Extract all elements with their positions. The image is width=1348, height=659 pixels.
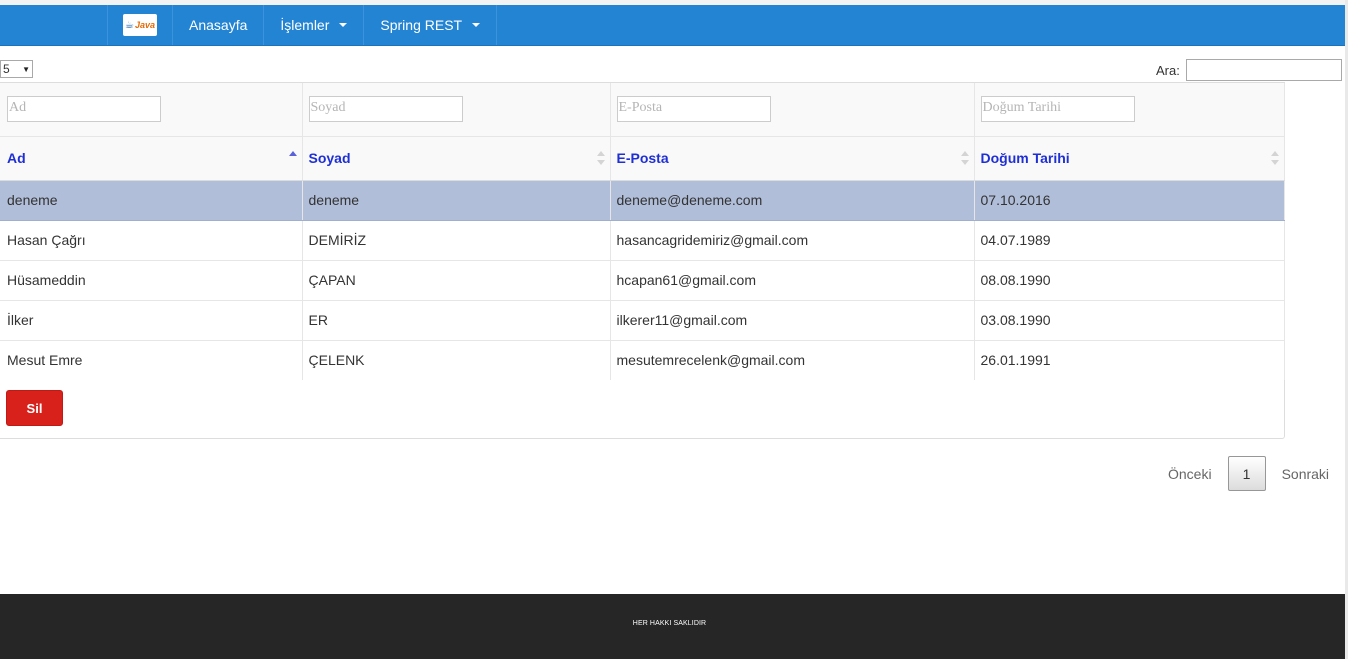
cell-soyad: ÇAPAN: [302, 260, 611, 301]
table-row[interactable]: Hüsameddin ÇAPAN hcapan61@gmail.com 08.0…: [0, 260, 1285, 301]
cell-dogum-tarihi: 03.08.1990: [974, 300, 1285, 341]
navbar: ☕ Java Anasayfa İşlemler Spring REST: [0, 5, 1345, 46]
cell-dogum-tarihi: 26.01.1991: [974, 340, 1285, 380]
cell-eposta: ilkerer11@gmail.com: [610, 300, 975, 341]
filter-cell: Ad: [0, 83, 303, 137]
column-header-label: Ad: [7, 150, 26, 166]
nav-item-label: İşlemler: [280, 17, 330, 33]
nav-item-label: Anasayfa: [189, 17, 248, 33]
cell-ad: Hasan Çağrı: [0, 220, 303, 261]
cell-soyad: deneme: [302, 180, 611, 221]
page-number-button[interactable]: 1: [1227, 456, 1266, 491]
cell-dogum-tarihi: 04.07.1989: [974, 220, 1285, 261]
sort-asc-icon: [288, 150, 297, 167]
cell-ad: Hüsameddin: [0, 260, 303, 301]
filter-input-soyad[interactable]: Soyad: [308, 96, 463, 123]
header-row: Ad Soyad E-Posta Doğum Tarihi: [0, 136, 1285, 181]
cell-eposta: hcapan61@gmail.com: [610, 260, 975, 301]
footer-copyright: HER HAKKI SAKLIDIR: [632, 620, 707, 627]
cell-ad: deneme: [0, 180, 303, 221]
cell-ad: Mesut Emre: [0, 340, 303, 380]
brand-logo[interactable]: ☕ Java: [107, 5, 173, 45]
cell-soyad: ÇELENK: [302, 340, 611, 380]
cell-eposta: hasancagridemiriz@gmail.com: [610, 220, 975, 261]
nav-item-anasayfa[interactable]: Anasayfa: [173, 5, 265, 45]
column-header-soyad[interactable]: Soyad: [302, 136, 611, 181]
nav-item-spring-rest-dropdown[interactable]: Spring REST: [364, 5, 498, 45]
column-header-label: Doğum Tarihi: [980, 150, 1070, 166]
sort-both-icon: [960, 150, 969, 167]
table-row[interactable]: Hasan Çağrı DEMİRİZ hasancagridemiriz@gm…: [0, 220, 1285, 261]
pagination: Önceki 1 Sonraki: [1160, 456, 1337, 491]
page-length-select[interactable]: 5 ▼: [0, 60, 33, 78]
previous-page-link[interactable]: Önceki: [1160, 466, 1220, 482]
column-header-label: Soyad: [308, 150, 351, 166]
column-header-dogum-tarihi[interactable]: Doğum Tarihi: [974, 136, 1285, 181]
data-table: Ad Soyad E-Posta Doğum Tarihi Ad Soyad E: [0, 83, 1285, 380]
filter-input-ad[interactable]: Ad: [7, 96, 161, 123]
table-row[interactable]: deneme deneme deneme@deneme.com 07.10.20…: [0, 180, 1285, 221]
filter-cell: E-Posta: [610, 83, 975, 137]
page-length-value: 5: [3, 62, 10, 76]
filter-cell: Doğum Tarihi: [974, 83, 1285, 137]
delete-button[interactable]: Sil: [6, 390, 63, 426]
cell-eposta: mesutemrecelenk@gmail.com: [610, 340, 975, 380]
cell-dogum-tarihi: 07.10.2016: [974, 180, 1285, 221]
cell-ad: İlker: [0, 300, 303, 341]
sort-both-icon: [596, 150, 605, 167]
cell-eposta: deneme@deneme.com: [610, 180, 975, 221]
search-input[interactable]: [1185, 59, 1342, 81]
dropdown-arrow-icon: ▼: [22, 64, 30, 74]
cell-soyad: ER: [302, 300, 611, 341]
column-header-ad[interactable]: Ad: [0, 136, 303, 181]
search-box: Ara:: [1156, 59, 1342, 81]
footer: HER HAKKI SAKLIDIR: [0, 594, 1345, 659]
column-header-eposta[interactable]: E-Posta: [610, 136, 975, 181]
filter-input-dogum-tarihi[interactable]: Doğum Tarihi: [980, 96, 1135, 123]
table-row[interactable]: İlker ER ilkerer11@gmail.com 03.08.1990: [0, 300, 1285, 341]
next-page-link[interactable]: Sonraki: [1274, 466, 1337, 482]
column-header-label: E-Posta: [616, 150, 669, 166]
sort-both-icon: [1270, 150, 1279, 167]
cell-soyad: DEMİRİZ: [302, 220, 611, 261]
filter-row: Ad Soyad E-Posta Doğum Tarihi: [0, 83, 1285, 137]
nav-item-label: Spring REST: [380, 17, 463, 33]
filter-cell: Soyad: [302, 83, 611, 137]
filter-input-eposta[interactable]: E-Posta: [616, 96, 771, 123]
search-label: Ara:: [1156, 62, 1180, 78]
caret-down-icon: [339, 23, 348, 27]
cell-dogum-tarihi: 08.08.1990: [974, 260, 1285, 301]
nav-item-islemler-dropdown[interactable]: İşlemler: [264, 5, 365, 45]
caret-down-icon: [472, 23, 481, 27]
java-logo-icon: ☕ Java: [123, 14, 157, 36]
table-panel: Ad Soyad E-Posta Doğum Tarihi Ad Soyad E: [0, 82, 1285, 439]
table-row[interactable]: Mesut Emre ÇELENK mesutemrecelenk@gmail.…: [0, 340, 1285, 380]
